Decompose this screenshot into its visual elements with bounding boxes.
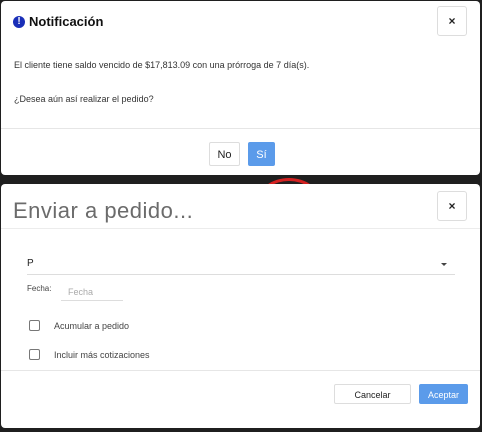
close-icon: × <box>448 199 456 213</box>
incluir-cotizaciones-checkbox[interactable] <box>29 349 40 360</box>
order-dialog: Enviar a pedido... × P Fecha: Acumular a… <box>1 184 480 428</box>
fecha-label: Fecha: <box>27 284 52 293</box>
notification-title-row: ! Notificación <box>13 14 103 29</box>
no-button[interactable]: No <box>209 142 240 166</box>
notification-question: ¿Desea aún así realizar el pedido? <box>14 94 154 104</box>
notification-close-button[interactable]: × <box>437 6 467 36</box>
order-select[interactable]: P <box>27 254 455 275</box>
order-dialog-title: Enviar a pedido... <box>13 198 194 223</box>
accept-button[interactable]: Aceptar <box>419 384 468 404</box>
order-dialog-footer: Cancelar Aceptar <box>1 370 480 428</box>
notification-footer: No Sí <box>1 128 480 175</box>
yes-button[interactable]: Sí <box>248 142 275 166</box>
notification-body: El cliente tiene saldo vencido de $17,81… <box>14 60 309 104</box>
close-icon: × <box>448 14 456 28</box>
notification-title: Notificación <box>29 14 104 29</box>
order-dialog-close-button[interactable]: × <box>437 191 467 221</box>
chevron-down-icon <box>441 263 447 266</box>
exclamation-circle-icon: ! <box>13 15 25 28</box>
notification-header: ! Notificación × <box>1 1 480 41</box>
notification-message: El cliente tiene saldo vencido de $17,81… <box>14 60 310 70</box>
acumular-pedido-label: Acumular a pedido <box>54 320 130 331</box>
incluir-cotizaciones-option[interactable]: Incluir más cotizaciones <box>29 349 150 360</box>
notification-dialog: ! Notificación × El cliente tiene saldo … <box>1 1 480 175</box>
order-select-value: P <box>27 258 34 269</box>
header-divider <box>1 228 480 229</box>
acumular-pedido-checkbox[interactable] <box>29 320 40 331</box>
cancel-button[interactable]: Cancelar <box>334 384 411 404</box>
fecha-input[interactable] <box>61 283 123 301</box>
acumular-pedido-option[interactable]: Acumular a pedido <box>29 320 129 331</box>
incluir-cotizaciones-label: Incluir más cotizaciones <box>54 349 150 360</box>
